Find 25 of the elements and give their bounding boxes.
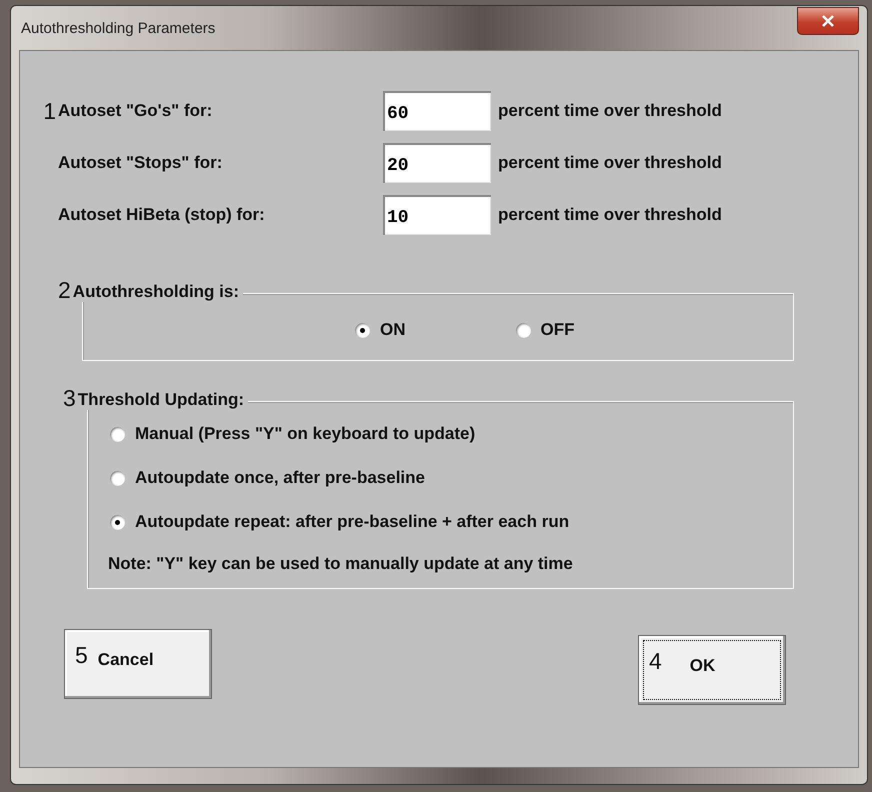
field-label: Autoset HiBeta (stop) for:: [58, 205, 266, 225]
input-field[interactable]: 10: [383, 195, 491, 235]
group-label: Threshold Updating:: [78, 390, 248, 410]
radio-option[interactable]: Autoupdate once, after pre-baseline: [110, 468, 425, 488]
close-icon: [821, 15, 835, 27]
radio-option[interactable]: Manual (Press "Y" on keyboard to update): [110, 424, 476, 444]
field-label: Autoset "Stops" for:: [58, 153, 224, 173]
close-button[interactable]: [797, 7, 859, 35]
input-field[interactable]: 20: [383, 143, 491, 183]
input-field[interactable]: 60: [383, 91, 491, 131]
unit-label: percent time over threshold: [497, 153, 723, 173]
callout-number: 2: [58, 279, 71, 302]
callout-number: 1: [42, 98, 57, 124]
radio-option[interactable]: Autoupdate repeat: after pre-baseline + after each run: [110, 512, 570, 532]
unit-label: percent time over threshold: [497, 205, 723, 225]
field-label: Autoset "Go's" for:: [58, 101, 214, 121]
group-label: Autothresholding is:: [72, 282, 244, 302]
unit-label: percent time over threshold: [497, 101, 723, 121]
radio-option[interactable]: OFF: [516, 320, 574, 340]
dialog-button[interactable]: 4 OK: [638, 635, 786, 705]
note-text: Note: "Y" key can be used to manually update at any time: [108, 554, 574, 574]
dialog-button[interactable]: 5 Cancel: [64, 629, 212, 699]
radio-option[interactable]: ON: [355, 320, 406, 340]
callout-number: 3: [63, 387, 76, 410]
window-title: Autothresholding Parameters: [20, 20, 216, 36]
